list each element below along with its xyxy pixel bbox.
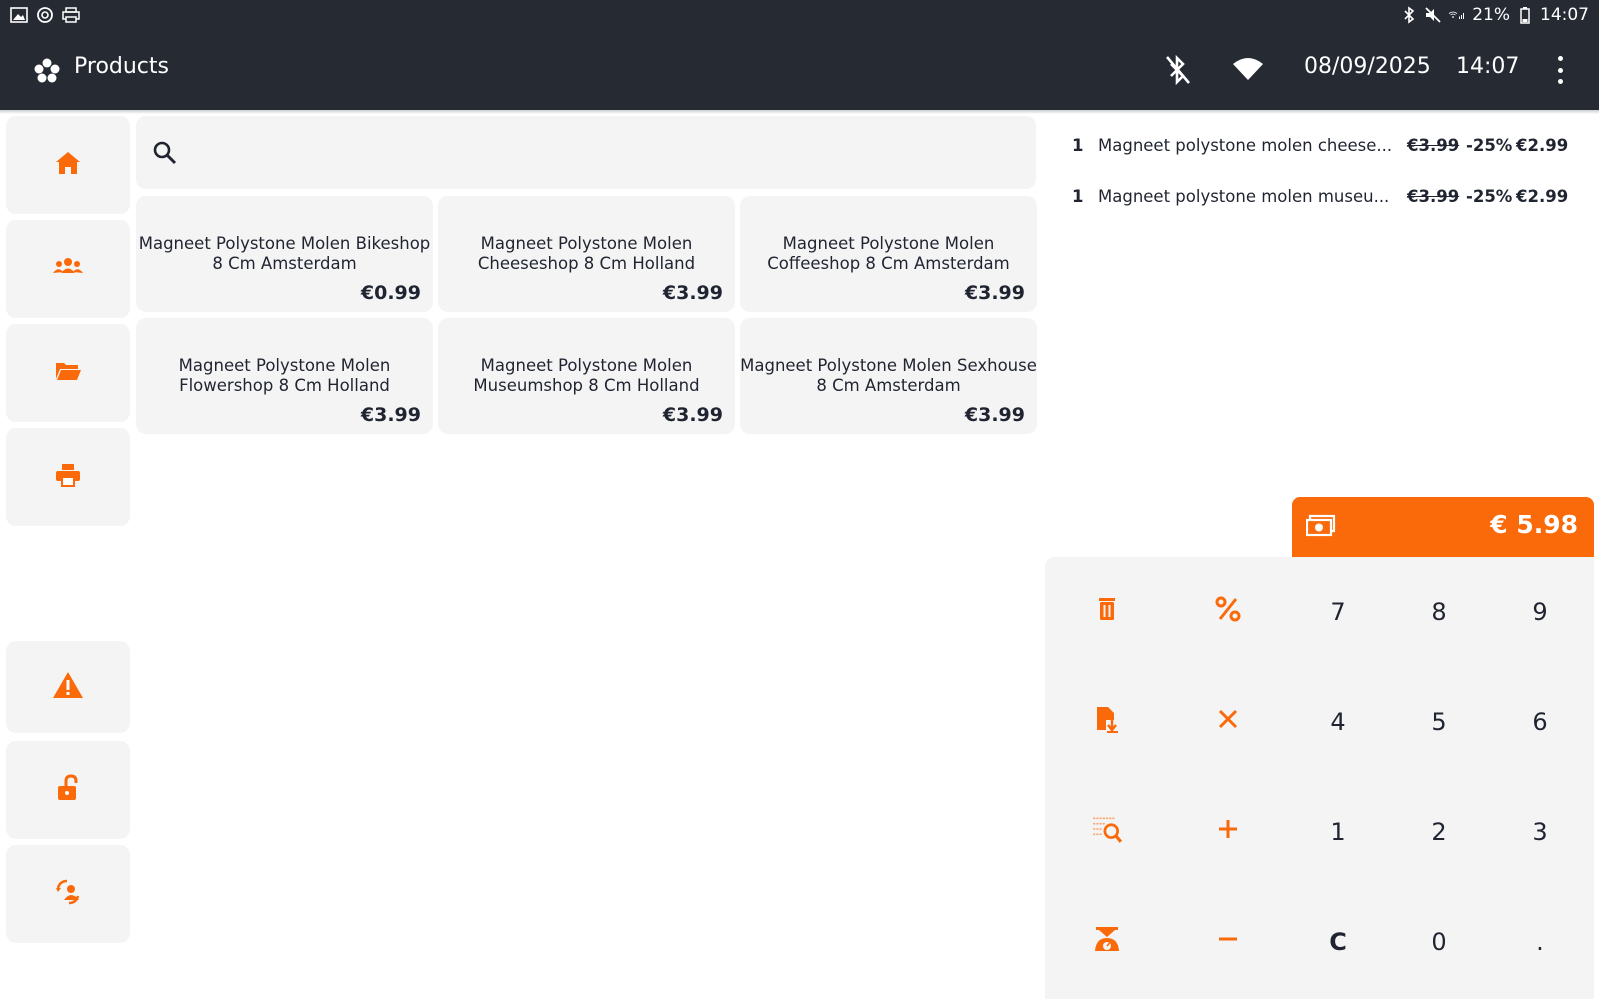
key-4[interactable]: 4 [1288,672,1388,772]
order-line-discount: -25% [1466,186,1513,206]
product-price: €3.99 [662,282,723,304]
percent-icon [1214,595,1242,629]
file-download-icon [1093,705,1121,739]
key-6[interactable]: 6 [1490,672,1590,772]
minus-button[interactable] [1178,892,1278,992]
product-price: €0.99 [360,282,421,304]
product-tile[interactable]: Magneet Polystone Molen Coffeeshop 8 Cm … [740,196,1037,312]
print-notification-icon [62,7,80,23]
search-input[interactable] [192,132,1012,172]
key-8[interactable]: 8 [1389,562,1489,662]
product-price: €3.99 [360,404,421,426]
product-price: €3.99 [964,282,1025,304]
system-status-bar: 21% 14:07 [0,0,1599,30]
product-name: Magneet Polystone Molen Cheeseshop 8 Cm … [477,234,696,273]
minus-icon [1214,925,1242,959]
order-line-old-price: €3.99 [1407,186,1460,206]
product-price: €3.99 [964,404,1025,426]
product-name: Magneet Polystone Molen Museumshop 8 Cm … [473,356,700,395]
sidebar-unlock-button[interactable] [6,741,130,839]
key-3[interactable]: 3 [1490,782,1590,882]
lookup-button[interactable] [1057,782,1157,882]
pay-button[interactable]: € 5.98 [1292,497,1594,557]
printer-icon [54,461,82,493]
order-line[interactable]: 1 Magneet polystone molen cheese... €3.9… [1072,130,1582,160]
plus-icon [1214,815,1242,849]
product-tile[interactable]: Magneet Polystone Molen Museumshop 8 Cm … [438,318,735,434]
sync-notification-icon [36,7,54,23]
cash-icon [1305,513,1336,539]
product-search-bar[interactable] [136,116,1036,189]
product-tile[interactable]: Magneet Polystone Molen Bikeshop 8 Cm Am… [136,196,433,312]
product-name: Magneet Polystone Molen Flowershop 8 Cm … [178,356,391,395]
order-line-qty: 1 [1072,135,1084,155]
order-line-description: Magneet polystone molen museu... [1098,186,1390,206]
order-line[interactable]: 1 Magneet polystone molen museu... €3.99… [1072,181,1582,211]
delete-line-button[interactable] [1057,562,1157,662]
header-date: 08/09/2025 [1304,54,1431,79]
order-line-description: Magneet polystone molen cheese... [1098,135,1393,155]
app-logo-icon [34,58,60,84]
wifi-icon[interactable] [1232,56,1264,82]
key-clear[interactable]: C [1288,892,1388,992]
mute-icon [1424,7,1442,23]
plus-button[interactable] [1178,782,1278,882]
key-5[interactable]: 5 [1389,672,1489,772]
product-tile[interactable]: Magneet Polystone Molen Sexhouse 8 Cm Am… [740,318,1037,434]
search-icon [152,140,178,166]
product-price: €3.99 [662,404,723,426]
order-line-price: €2.99 [1516,135,1569,155]
scale-button[interactable] [1057,892,1157,992]
export-document-button[interactable] [1057,672,1157,772]
users-icon [52,253,84,285]
key-1[interactable]: 1 [1288,782,1388,882]
multiply-button[interactable] [1178,672,1278,772]
battery-percent: 21% [1472,5,1510,25]
key-2[interactable]: 2 [1389,782,1489,882]
page-title: Products [74,54,169,79]
list-search-icon [1091,814,1123,850]
bluetooth-off-icon[interactable] [1164,54,1192,86]
key-0[interactable]: 0 [1389,892,1489,992]
unlock-icon [54,774,82,806]
product-tile[interactable]: Magneet Polystone Molen Cheeseshop 8 Cm … [438,196,735,312]
wifi-signal-icon [1448,7,1466,23]
sidebar-folders-button[interactable] [6,324,130,422]
sidebar-customers-button[interactable] [6,220,130,318]
home-icon [54,149,82,181]
app-bar: Products 08/09/2025 14:07 [0,30,1599,110]
battery-icon [1516,7,1534,24]
order-line-discount: -25% [1466,135,1513,155]
key-decimal[interactable]: . [1490,892,1590,992]
header-time: 14:07 [1456,54,1520,79]
order-line-qty: 1 [1072,186,1084,206]
product-name: Magneet Polystone Molen Coffeeshop 8 Cm … [767,234,1010,273]
key-9[interactable]: 9 [1490,562,1590,662]
product-name: Magneet Polystone Molen Sexhouse 8 Cm Am… [740,356,1037,395]
sidebar-home-button[interactable] [6,116,130,214]
gallery-notification-icon [10,7,28,23]
keypad: 7 8 9 4 5 6 1 2 3 C 0 . [1045,557,1594,999]
app-bar-shadow [0,110,1599,114]
order-total: € 5.98 [1490,510,1578,539]
bluetooth-icon [1400,6,1418,24]
trash-icon [1093,595,1121,629]
sidebar-warning-button[interactable] [6,641,130,733]
times-icon [1214,705,1242,739]
product-name: Magneet Polystone Molen Bikeshop 8 Cm Am… [138,234,431,273]
product-tile[interactable]: Magneet Polystone Molen Flowershop 8 Cm … [136,318,433,434]
status-time: 14:07 [1540,5,1589,25]
user-switch-icon [54,878,82,910]
folder-open-icon [54,357,82,389]
scale-icon [1093,925,1121,959]
key-7[interactable]: 7 [1288,562,1388,662]
warning-icon [52,670,84,704]
order-line-price: €2.99 [1516,186,1569,206]
order-line-old-price: €3.99 [1407,135,1460,155]
sidebar-print-button[interactable] [6,428,130,526]
discount-percent-button[interactable] [1178,562,1278,662]
overflow-menu-icon[interactable] [1554,56,1566,84]
sidebar-switch-user-button[interactable] [6,845,130,943]
